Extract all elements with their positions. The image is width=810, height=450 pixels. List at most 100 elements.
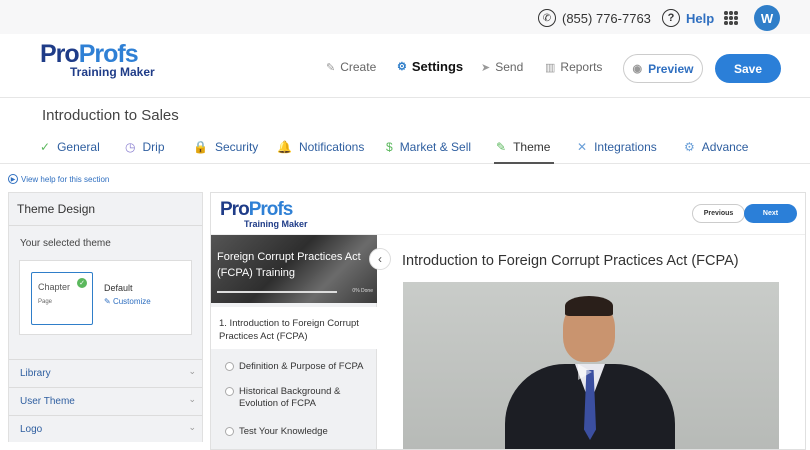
tab-advance-label: Advance — [701, 140, 749, 154]
video-player[interactable] — [403, 282, 779, 449]
lesson-label: Definition & Purpose of FCPA — [239, 361, 364, 372]
section-library-label: Library — [20, 368, 51, 379]
preview-button[interactable]: ◉ Preview — [623, 54, 703, 83]
lesson-item[interactable]: Historical Background & Evolution of FCP… — [225, 386, 365, 410]
phone-icon: ✆ — [538, 9, 556, 27]
pencil-icon: ✎ — [326, 61, 336, 74]
apps-grid-icon[interactable] — [724, 11, 738, 25]
tab-notifications[interactable]: 🔔 Notifications — [277, 140, 364, 154]
view-help-link[interactable]: ▶ View help for this section — [8, 174, 109, 184]
theme-name: Default — [104, 283, 133, 293]
eye-icon: ◉ — [632, 63, 643, 75]
cover-title: Foreign Corrupt Practices Act (FCPA) Tra… — [217, 251, 361, 279]
course-cover-image: Foreign Corrupt Practices Act (FCPA) Tra… — [211, 235, 377, 303]
tools-icon: ✕ — [577, 140, 588, 154]
lesson-item[interactable]: Definition & Purpose of FCPA — [225, 361, 363, 373]
nav-create-label: Create — [340, 60, 377, 74]
save-button[interactable]: Save — [715, 54, 781, 83]
send-icon: ➤ — [481, 61, 491, 74]
nav-settings[interactable]: ⚙ Settings — [397, 59, 463, 74]
nav-create[interactable]: ✎ Create — [326, 60, 376, 74]
logo-pro-text: Pro — [40, 40, 80, 68]
customize-label: Customize — [112, 297, 151, 306]
preview-sidebar: Foreign Corrupt Practices Act (FCPA) Tra… — [211, 235, 377, 449]
pencil-icon: ✎ — [104, 297, 111, 306]
nav-reports[interactable]: ▥ Reports — [545, 60, 602, 74]
view-help-label: View help for this section — [21, 174, 110, 184]
preview-next-button[interactable]: Next — [744, 204, 797, 223]
chapter-item[interactable]: 1. Introduction to Foreign Corrupt Pract… — [211, 307, 377, 349]
phone-contact[interactable]: ✆ (855) 776-7763 — [538, 9, 651, 27]
panel-header: Theme Design — [9, 193, 202, 226]
play-icon[interactable] — [578, 364, 592, 380]
question-icon: ? — [662, 9, 680, 27]
bell-icon: 🔔 — [277, 140, 292, 154]
user-avatar[interactable]: W — [754, 5, 780, 31]
brush-icon: ✎ — [496, 140, 507, 154]
help-link[interactable]: ? Help — [662, 9, 714, 27]
lesson-label: Historical Background & Evolution of FCP… — [239, 386, 341, 409]
section-logo[interactable]: Logo ⌄ — [9, 415, 202, 442]
tab-security[interactable]: 🔒 Security — [193, 140, 258, 154]
theme-thumbnail[interactable]: Chapter Page ✓ — [31, 272, 93, 325]
proprofs-logo[interactable]: ProProfs Training Maker — [40, 42, 155, 79]
tab-market-sell-label: Market & Sell — [399, 140, 472, 154]
theme-preview: ProProfs Training Maker Previous Next Fo… — [210, 192, 806, 450]
phone-number: (855) 776-7763 — [562, 10, 651, 26]
section-user-theme-label: User Theme — [20, 396, 75, 407]
gears-icon: ⚙ — [684, 140, 695, 154]
course-title: Introduction to Sales — [42, 107, 179, 124]
progress-bar — [217, 291, 337, 293]
gear-icon: ⚙ — [397, 61, 407, 73]
selected-theme-label: Your selected theme — [20, 238, 111, 249]
clock-icon: ◷ — [125, 140, 136, 154]
tab-advance[interactable]: ⚙ Advance — [684, 140, 748, 154]
tab-market-sell[interactable]: $ Market & Sell — [386, 140, 471, 154]
collapse-sidebar-button[interactable]: ‹ — [369, 248, 391, 270]
tab-theme-label: Theme — [513, 140, 551, 154]
section-user-theme[interactable]: User Theme ⌄ — [9, 387, 202, 414]
preview-previous-button[interactable]: Previous — [692, 204, 745, 223]
customize-link[interactable]: ✎ Customize — [104, 297, 151, 306]
play-circle-icon: ▶ — [8, 174, 18, 184]
section-library[interactable]: Library ⌄ — [9, 359, 202, 386]
section-logo-label: Logo — [20, 424, 43, 435]
radio-circle-icon — [225, 387, 234, 396]
tab-integrations-label: Integrations — [594, 140, 657, 154]
help-label: Help — [686, 10, 715, 26]
thumb-chapter-label: Chapter — [38, 282, 71, 292]
preview-logo-pro: Pro — [220, 199, 250, 220]
top-utility-bar: ✆ (855) 776-7763 ? Help W — [0, 0, 810, 34]
preview-logo: ProProfs Training Maker — [220, 199, 308, 229]
tab-theme[interactable]: ✎ Theme — [493, 140, 555, 164]
presenter-hair — [565, 296, 613, 316]
chevron-down-icon: ⌄ — [188, 366, 196, 376]
preview-logo-subtitle: Training Maker — [244, 219, 308, 229]
check-circle-icon: ✓ — [40, 140, 51, 154]
preview-logo-profs: Profs — [248, 199, 294, 220]
settings-tabs: ✓ General ◷ Drip 🔒 Security 🔔 Notificati… — [0, 132, 810, 164]
content-title: Introduction to Foreign Corrupt Practice… — [402, 253, 739, 269]
main-header: ProProfs Training Maker ✎ Create ⚙ Setti… — [0, 34, 810, 98]
tab-general[interactable]: ✓ General — [40, 140, 100, 154]
chevron-down-icon: ⌄ — [188, 422, 196, 432]
logo-profs-text: Profs — [78, 40, 139, 68]
preview-label: Preview — [648, 61, 694, 76]
nav-reports-label: Reports — [560, 60, 603, 74]
tab-notifications-label: Notifications — [298, 140, 365, 154]
progress-text: 0% Done — [352, 288, 373, 294]
dollar-icon: $ — [386, 140, 393, 154]
nav-send[interactable]: ➤ Send — [481, 60, 523, 74]
lesson-item[interactable]: Test Your Knowledge — [225, 426, 328, 438]
tab-general-label: General — [57, 140, 100, 154]
chevron-down-icon: ⌄ — [188, 394, 196, 404]
reports-icon: ▥ — [545, 61, 556, 74]
radio-circle-icon — [225, 362, 234, 371]
lesson-label: Test Your Knowledge — [239, 426, 328, 437]
selected-theme-card: Chapter Page ✓ Default ✎ Customize — [19, 260, 192, 335]
checkmark-icon: ✓ — [77, 278, 87, 288]
preview-header: ProProfs Training Maker Previous Next — [211, 193, 805, 235]
tab-drip[interactable]: ◷ Drip — [125, 140, 165, 154]
lock-icon: 🔒 — [193, 140, 208, 154]
tab-integrations[interactable]: ✕ Integrations — [577, 140, 657, 154]
